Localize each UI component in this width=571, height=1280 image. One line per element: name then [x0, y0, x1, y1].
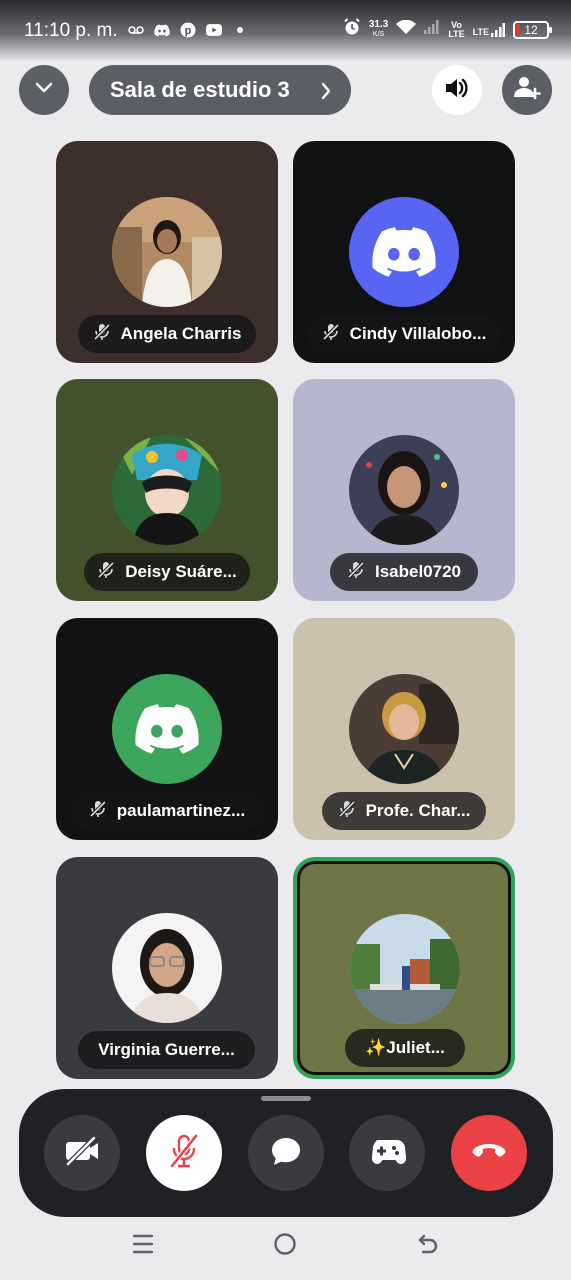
- room-name-button[interactable]: Sala de estudio 3: [89, 65, 351, 115]
- home-circle-icon: [273, 1232, 297, 1261]
- mic-muted-icon: [93, 323, 111, 346]
- participant-avatar: [350, 914, 460, 1024]
- youtube-icon: [206, 22, 222, 38]
- participant-tile[interactable]: Profe. Char...: [293, 618, 515, 840]
- invite-people-button[interactable]: [502, 65, 552, 115]
- participant-name: Angela Charris: [120, 324, 242, 343]
- participant-tile[interactable]: Deisy Suáre...: [56, 379, 278, 601]
- participant-avatar: [349, 435, 459, 545]
- participant-name: Isabel0720: [374, 562, 461, 581]
- home-button[interactable]: [272, 1232, 298, 1261]
- participant-name: Cindy Villalobo...: [349, 324, 487, 343]
- participant-name: ✨Juliet...: [365, 1038, 445, 1057]
- participant-avatar: [349, 674, 459, 784]
- alarm-icon: [343, 18, 361, 41]
- chevron-down-icon: [35, 81, 53, 99]
- microphone-muted-icon: [168, 1133, 200, 1174]
- discord-icon: [154, 22, 170, 38]
- mic-muted-icon: [338, 800, 356, 823]
- wifi-icon: [396, 19, 417, 40]
- mic-muted-icon: [322, 323, 340, 346]
- chevron-right-icon: [321, 80, 331, 106]
- hang-up-icon: [471, 1142, 507, 1165]
- mic-muted-icon: [347, 561, 365, 584]
- participant-tile[interactable]: Cindy Villalobo...: [293, 141, 515, 363]
- chat-icon: [269, 1135, 303, 1172]
- toggle-microphone-button[interactable]: [146, 1115, 222, 1191]
- voicemail-icon: [128, 22, 144, 38]
- participant-tile[interactable]: paulamartinez...: [56, 618, 278, 840]
- lte-signal: LTE: [473, 22, 505, 37]
- participant-name: Virginia Guerre...: [98, 1040, 235, 1059]
- participant-name-pill: Deisy Suáre...: [84, 553, 250, 591]
- menu-lines-icon: [131, 1233, 155, 1260]
- participant-tile-speaking[interactable]: ✨Juliet...: [293, 857, 515, 1079]
- participant-name-pill: Angela Charris: [78, 315, 256, 353]
- speaker-icon: [444, 77, 470, 104]
- participant-avatar: [112, 435, 222, 545]
- room-title: Sala de estudio 3: [110, 77, 290, 102]
- participant-tile[interactable]: Angela Charris: [56, 141, 278, 363]
- participant-name-pill: Profe. Char...: [322, 792, 486, 830]
- participant-avatar: [112, 197, 222, 307]
- status-bar: 11:10 p. m. p 31.3 K/S Vo LTE LTE 12: [0, 0, 571, 62]
- network-speed: 31.3 K/S: [368, 18, 389, 38]
- mic-muted-icon: [97, 561, 115, 584]
- speaker-output-button[interactable]: [432, 65, 482, 115]
- activities-button[interactable]: [349, 1115, 425, 1191]
- battery-indicator: 12: [513, 20, 552, 39]
- back-arrow-icon: [416, 1232, 440, 1261]
- participant-name-pill: ✨Juliet...: [345, 1029, 465, 1067]
- clock: 11:10 p. m.: [24, 20, 118, 41]
- add-person-icon: [513, 75, 541, 106]
- more-notifications-dot-icon: [232, 22, 248, 38]
- discord-default-avatar: [112, 674, 222, 784]
- participant-name-pill: paulamartinez...: [70, 792, 264, 830]
- collapse-call-button[interactable]: [19, 65, 69, 115]
- camera-off-icon: [64, 1135, 100, 1171]
- hang-up-button[interactable]: [451, 1115, 527, 1191]
- participant-avatar: [112, 913, 222, 1023]
- open-chat-button[interactable]: [248, 1115, 324, 1191]
- recent-apps-button[interactable]: [130, 1233, 156, 1259]
- volte-indicator: Vo LTE: [448, 19, 465, 39]
- participant-name-pill: Isabel0720: [330, 553, 478, 591]
- participant-name-pill: Cindy Villalobo...: [307, 315, 501, 353]
- participant-tile[interactable]: Virginia Guerre...: [56, 857, 278, 1079]
- participant-tile[interactable]: Isabel0720: [293, 379, 515, 601]
- participant-name: paulamartinez...: [116, 801, 246, 820]
- mic-muted-icon: [89, 800, 107, 823]
- participant-name-pill: Virginia Guerre...: [78, 1031, 255, 1069]
- toggle-camera-button[interactable]: [44, 1115, 120, 1191]
- participant-name: Profe. Char...: [365, 801, 471, 820]
- participant-name: Deisy Suáre...: [125, 562, 237, 581]
- drag-handle[interactable]: [261, 1096, 311, 1101]
- svg-text:p: p: [185, 25, 192, 37]
- discord-default-avatar: [349, 197, 459, 307]
- back-button[interactable]: [415, 1233, 441, 1259]
- signal-weak-icon: [424, 20, 440, 39]
- pinterest-icon: p: [180, 22, 196, 38]
- activities-gamepad-icon: [368, 1136, 407, 1171]
